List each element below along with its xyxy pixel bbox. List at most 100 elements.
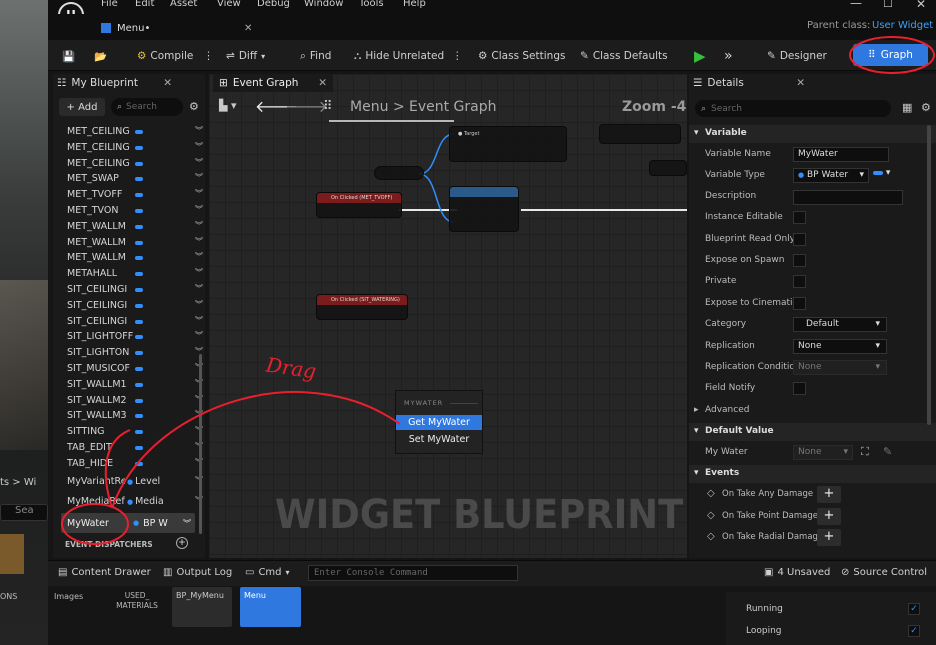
variable-row-mywater-selected[interactable]: MyWater ● BP W ︾ (61, 513, 195, 533)
private-checkbox[interactable] (793, 275, 806, 288)
browse-icon[interactable]: 📂 (94, 47, 107, 65)
variable-row[interactable]: SIT_MUSICOF︾ (67, 361, 203, 376)
minimize-icon[interactable]: — (850, 0, 862, 10)
graph-button[interactable]: ⠿ Graph (853, 44, 928, 66)
variable-row[interactable]: SIT_LIGHTON ︾ (67, 345, 203, 360)
hide-unrelated-button[interactable]: ⛬ Hide Unrelated ⋮ (354, 47, 463, 65)
menu-window[interactable]: Window (304, 0, 343, 9)
compile-options-icon[interactable]: ⋮ (203, 50, 214, 62)
event-graph-canvas[interactable]: ▙ ▾ 🡐 🡒 ⠿ Menu > Event Graph Zoom -4 ● T… (209, 74, 687, 558)
menu-help[interactable]: Help (403, 0, 426, 9)
expose-cinematics-checkbox[interactable] (793, 297, 806, 310)
section-events[interactable]: ▾ Events (689, 465, 936, 483)
play-icon[interactable]: ▶ (694, 47, 706, 65)
menu-debug[interactable]: Debug (257, 0, 290, 9)
variable-row[interactable]: SIT_CEILINGI ︾ (67, 314, 203, 329)
console-command-input[interactable]: Enter Console Command (308, 565, 518, 581)
menu-tools[interactable]: Tools (359, 0, 384, 9)
variable-row[interactable]: SIT_CEILINGI ︾ (67, 298, 203, 313)
graph-node-target[interactable]: ● Target (449, 126, 567, 162)
use-selected-icon[interactable]: ⛶ (861, 445, 869, 459)
replication-select[interactable]: None ▾ (793, 339, 887, 354)
menu-asset[interactable]: Asset (170, 0, 197, 9)
row-advanced[interactable]: ▸ Advanced (689, 401, 936, 422)
menu-edit[interactable]: Edit (135, 0, 154, 9)
close-panel-icon[interactable]: ✕ (163, 77, 172, 89)
variable-type-select[interactable]: ● BP Water ▾ (793, 168, 869, 183)
add-event-button[interactable]: + (817, 529, 841, 546)
variable-row[interactable]: SITTING︾ (67, 424, 203, 439)
scrollbar[interactable] (199, 354, 202, 534)
variable-row[interactable]: MET_CEILING ︾ (67, 124, 203, 139)
play-options-icon[interactable]: » (724, 47, 733, 65)
variable-row[interactable]: MET_WALLM ︾ (67, 250, 203, 265)
details-settings-icon[interactable]: ⚙ (921, 101, 931, 114)
folder-used-materials[interactable]: USED_ MATERIALS (112, 591, 162, 611)
blueprint-read-only-checkbox[interactable] (793, 233, 806, 246)
add-event-button[interactable]: + (817, 507, 841, 525)
graph-node-right-b[interactable] (649, 160, 687, 176)
maximize-icon[interactable]: ☐ (883, 0, 893, 10)
my-water-select[interactable]: None ▾ (793, 445, 853, 460)
details-view-options-icon[interactable]: ▦ (902, 101, 912, 114)
find-button[interactable]: ⌕ Find (300, 47, 331, 65)
compile-button[interactable]: ⚙ Compile ⋮ (137, 47, 214, 65)
left-search[interactable]: Sea (0, 504, 48, 521)
close-window-icon[interactable]: ✕ (916, 0, 926, 11)
variable-row[interactable]: TAB_HIDE︾ (67, 456, 203, 471)
settings-gear-icon[interactable]: ⚙ (189, 100, 199, 113)
details-scrollbar[interactable] (927, 125, 931, 425)
save-icon[interactable]: 💾 (62, 47, 75, 65)
close-tab-icon[interactable]: ✕ (244, 23, 252, 34)
asset-menu-selected[interactable]: Menu (240, 587, 301, 627)
class-settings-button[interactable]: ⚙ Class Settings (478, 47, 565, 65)
asset-bp-mymenu[interactable]: BP_MyMenu (172, 587, 232, 627)
parent-class-value[interactable]: User Widget (872, 20, 933, 31)
variable-row[interactable]: MET_TVON ︾ (67, 203, 203, 218)
category-combo[interactable]: Default ▾ (793, 317, 887, 332)
add-event-button[interactable]: + (817, 486, 841, 503)
running-checkbox[interactable]: ✓ (908, 603, 920, 615)
description-input[interactable] (793, 190, 903, 205)
edit-pencil-icon[interactable]: ✎ (883, 445, 892, 458)
menu-view[interactable]: View (217, 0, 241, 9)
folder-images[interactable]: Images (54, 592, 83, 601)
variable-row[interactable]: MET_WALLM ︾ (67, 235, 203, 250)
hide-options-icon[interactable]: ⋮ (452, 50, 463, 62)
cmd-button[interactable]: ▭ Cmd ▾ (245, 567, 290, 578)
container-type-select[interactable]: ▾ (873, 168, 901, 183)
variable-row[interactable]: SIT_WALLM1︾ (67, 377, 203, 392)
graph-node-close[interactable] (449, 186, 519, 232)
event-graph-tab[interactable]: ⊞ Event Graph ✕ (213, 74, 333, 92)
looping-checkbox[interactable]: ✓ (908, 625, 920, 637)
designer-button[interactable]: ✎ Designer (767, 47, 827, 65)
expose-on-spawn-checkbox[interactable] (793, 254, 806, 267)
output-log-button[interactable]: ▥ Output Log (163, 567, 232, 578)
field-notify-checkbox[interactable] (793, 382, 806, 395)
graph-node-on-clicked-tvoff[interactable]: On Clicked (MET_TVOFF) (316, 192, 402, 218)
add-button[interactable]: + Add (59, 98, 105, 116)
replication-condition-select[interactable]: None ▾ (793, 360, 887, 375)
variable-row[interactable]: SIT_WALLM3︾ (67, 408, 203, 423)
section-default-value[interactable]: ▾ Default Value (689, 423, 936, 441)
graph-node-on-clicked-watering[interactable]: On Clicked (SIT_WATERING) (316, 294, 408, 320)
context-get-mywater[interactable]: Get MyWater (396, 415, 482, 430)
graph-node-variable-get[interactable] (374, 166, 424, 180)
variable-row[interactable]: MET_SWAP ︾ (67, 171, 203, 186)
variable-row[interactable]: MET_CEILING ︾ (67, 140, 203, 155)
variable-name-input[interactable]: MyWater (793, 147, 889, 162)
variable-row[interactable]: SIT_LIGHTOFF ︾ (67, 329, 203, 344)
unsaved-button[interactable]: ▣ 4 Unsaved (764, 567, 830, 578)
event-dispatchers-header[interactable]: EVENT DISPATCHERS + (65, 537, 195, 554)
menu-file[interactable]: File (101, 0, 118, 9)
instance-editable-checkbox[interactable] (793, 211, 806, 224)
content-drawer-button[interactable]: ▤ Content Drawer (58, 567, 151, 578)
my-blueprint-tab[interactable]: ☷ My Blueprint ✕ (57, 74, 172, 92)
details-search-input[interactable]: ⌕ Search (695, 100, 891, 117)
document-tab[interactable]: Menu• ✕ (101, 17, 263, 39)
blueprint-search-input[interactable]: ⌕ Search (111, 98, 183, 116)
section-variable[interactable]: ▾ Variable (689, 125, 936, 143)
context-set-mywater[interactable]: Set MyWater (396, 432, 482, 447)
graph-node-right-a[interactable] (599, 124, 681, 144)
variable-row[interactable]: MET_TVOFF ︾ (67, 187, 203, 202)
